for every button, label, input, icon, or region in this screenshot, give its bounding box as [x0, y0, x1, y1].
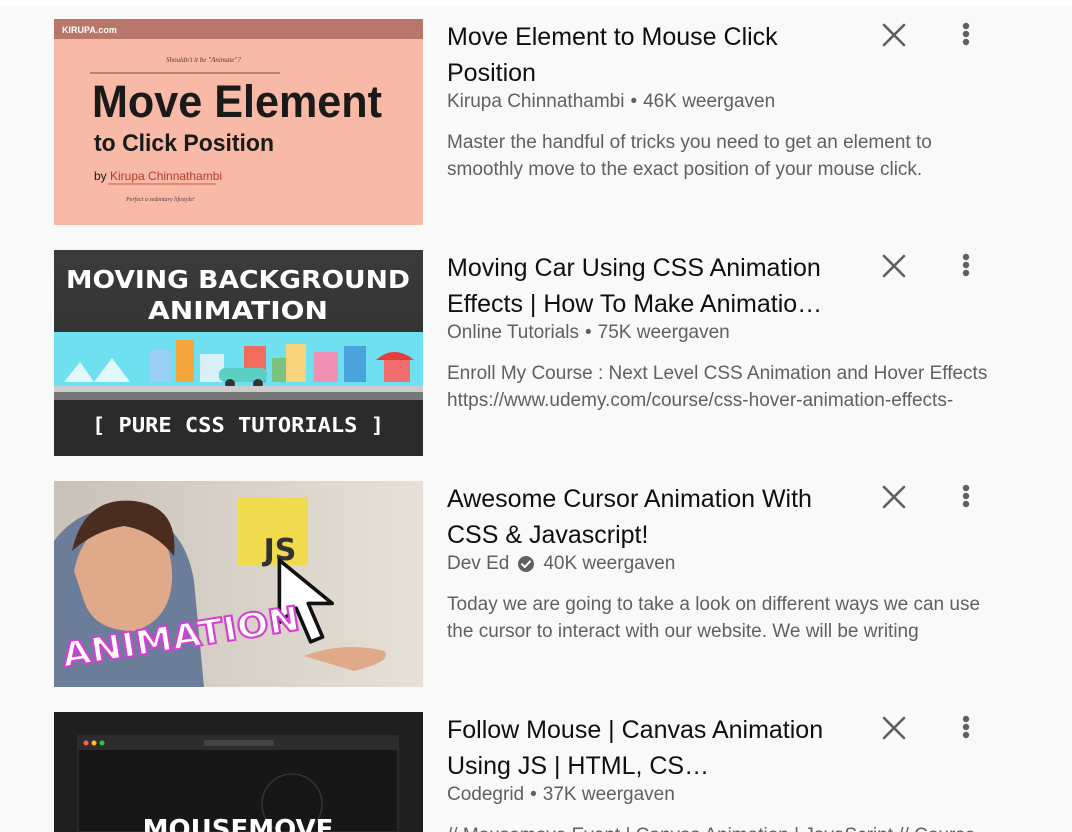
video-thumbnail[interactable]: MOVING BACKGROUND ANIMATION [ PURE CSS T…	[54, 250, 423, 456]
thumbnail-image: JS ANIMATION	[54, 481, 423, 687]
thumbnail-image: MOUSEMOVE	[54, 712, 423, 832]
video-meta: Dev Ed 40K weergaven	[447, 553, 675, 575]
dismiss-button[interactable]	[878, 21, 910, 53]
video-item[interactable]: KIRUPA.com Shouldn't it be "Animate"? Mo…	[0, 19, 1072, 225]
channel-name[interactable]: Kirupa Chinnathambi	[447, 91, 624, 113]
channel-name[interactable]: Codegrid	[447, 784, 524, 806]
meta-separator: •	[585, 322, 592, 343]
description-line: https://www.udemy.com/course/css-hover-a…	[447, 390, 954, 411]
thumb-kicker: Shouldn't it be "Animate"?	[166, 56, 241, 64]
top-divider	[0, 0, 1072, 6]
thumb-by: by	[94, 169, 107, 183]
video-description: Today we are going to take a look on dif…	[447, 591, 1007, 645]
video-thumbnail[interactable]: JS ANIMATION	[54, 481, 423, 687]
close-icon	[882, 485, 906, 509]
video-title[interactable]: Follow Mouse | Canvas Animation Using JS…	[447, 712, 857, 784]
description-line: Enroll My Course : Next Level CSS Animat…	[447, 363, 988, 384]
more-vert-icon	[962, 484, 970, 508]
video-title[interactable]: Awesome Cursor Animation With CSS & Java…	[447, 481, 857, 553]
thumb-brand: KIRUPA.com	[62, 25, 117, 35]
video-meta: Codegrid • 37K weergaven	[447, 784, 675, 806]
meta-separator: •	[530, 784, 537, 805]
view-count: 37K weergaven	[542, 784, 675, 805]
verified-check-icon	[518, 556, 535, 572]
video-item[interactable]: JS ANIMATION Awesome Cursor Animation Wi…	[0, 481, 1072, 687]
view-count: 40K weergaven	[543, 553, 676, 574]
dismiss-button[interactable]	[878, 483, 910, 515]
description-line: Today we are going to take a look on dif…	[447, 594, 981, 615]
thumb-word: MOUSEMOVE	[143, 815, 334, 832]
thumb-subheadline: to Click Position	[94, 130, 274, 157]
more-actions-button[interactable]	[952, 714, 980, 746]
thumb-tagline: Perfect a sedentary lifestyle!	[125, 196, 195, 203]
video-description: Enroll My Course : Next Level CSS Animat…	[447, 360, 1007, 414]
video-title[interactable]: Move Element to Mouse Click Position	[447, 19, 857, 91]
video-thumbnail[interactable]: KIRUPA.com Shouldn't it be "Animate"? Mo…	[54, 19, 423, 225]
thumbnail-image: MOVING BACKGROUND ANIMATION [ PURE CSS T…	[54, 250, 423, 456]
view-count: 75K weergaven	[597, 322, 730, 343]
description-line: smoothly move to the exact position of y…	[447, 159, 923, 180]
channel-name[interactable]: Dev Ed	[447, 553, 509, 575]
more-actions-button[interactable]	[952, 252, 980, 284]
thumb-line1: MOVING BACKGROUND	[66, 265, 410, 294]
channel-name[interactable]: Online Tutorials	[447, 322, 579, 344]
video-thumbnail[interactable]: MOUSEMOVE	[54, 712, 423, 832]
thumb-author: Kirupa Chinnathambi	[110, 169, 222, 183]
video-meta: Kirupa Chinnathambi • 46K weergaven	[447, 91, 775, 113]
description-line: the cursor to interact with our website.…	[447, 621, 919, 642]
thumb-headline: Move Element	[92, 76, 382, 127]
description-line: // Mousemove Event | Canvas Animation | …	[447, 822, 1007, 832]
more-vert-icon	[962, 715, 970, 739]
more-actions-button[interactable]	[952, 483, 980, 515]
video-description: Master the handful of tricks you need to…	[447, 129, 1007, 183]
more-actions-button[interactable]	[952, 21, 980, 53]
thumbnail-image: KIRUPA.com Shouldn't it be "Animate"? Mo…	[54, 19, 423, 225]
video-item[interactable]: MOVING BACKGROUND ANIMATION [ PURE CSS T…	[0, 250, 1072, 456]
dismiss-button[interactable]	[878, 252, 910, 284]
meta-separator: •	[630, 91, 638, 112]
video-meta: Online Tutorials • 75K weergaven	[447, 322, 730, 344]
video-item[interactable]: MOUSEMOVE Follow Mouse | Canvas Animatio…	[0, 712, 1072, 832]
close-icon	[882, 716, 906, 740]
video-description: // Mousemove Event | Canvas Animation | …	[447, 822, 1007, 832]
dismiss-button[interactable]	[878, 714, 910, 746]
close-icon	[882, 23, 906, 47]
more-vert-icon	[962, 253, 970, 277]
thumb-bottom: [ PURE CSS TUTORIALS ]	[92, 413, 384, 437]
video-title[interactable]: Moving Car Using CSS Animation Effects |…	[447, 250, 857, 322]
close-icon	[882, 254, 906, 278]
description-line: Master the handful of tricks you need to…	[447, 132, 932, 153]
more-vert-icon	[962, 22, 970, 46]
view-count: 46K weergaven	[643, 91, 776, 112]
thumb-line2: ANIMATION	[148, 296, 328, 325]
